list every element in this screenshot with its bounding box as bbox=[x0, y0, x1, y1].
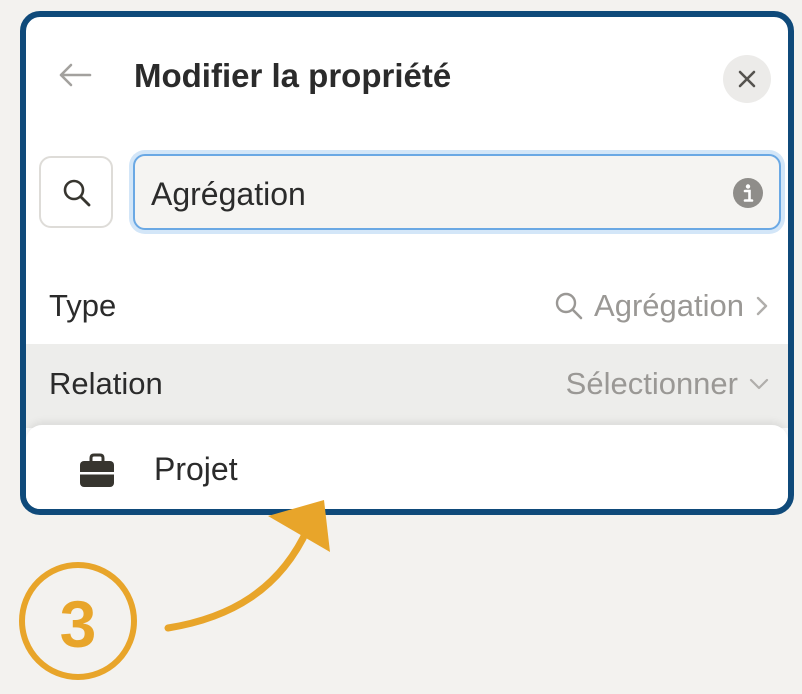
step-number: 3 bbox=[59, 587, 97, 661]
step-number-badge: 3 bbox=[19, 562, 137, 680]
